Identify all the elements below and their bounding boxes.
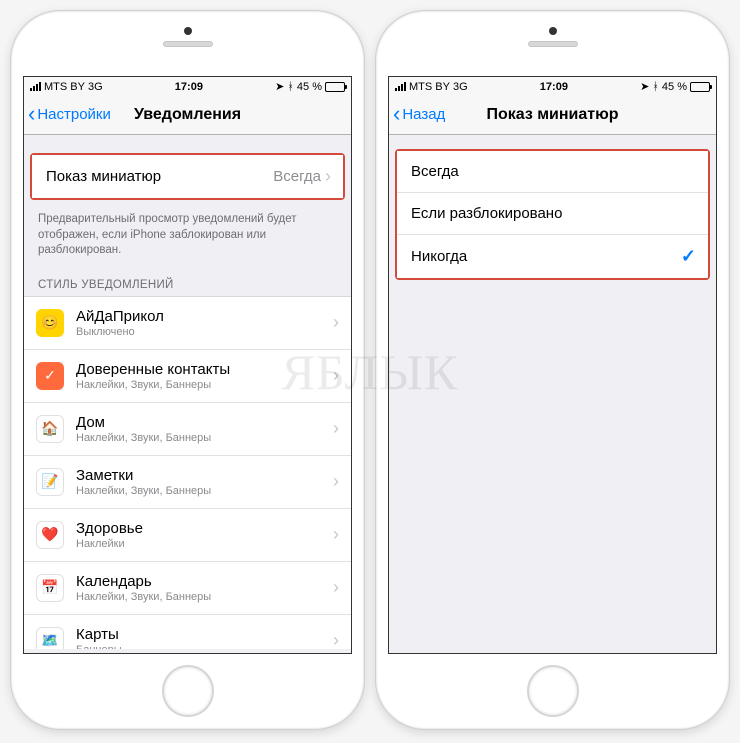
- chevron-right-icon: ›: [333, 418, 339, 439]
- show-previews-label: Показ миниатюр: [46, 168, 161, 185]
- show-previews-value: Всегда: [273, 168, 321, 185]
- section-header-style: СТИЛЬ УВЕДОМЛЕНИЙ: [24, 263, 351, 296]
- app-name: Заметки: [76, 467, 211, 484]
- option-row[interactable]: Если разблокировано: [397, 193, 708, 235]
- options-highlight: Всегда Если разблокировано Никогда ✓: [395, 149, 710, 280]
- back-label: Настройки: [37, 106, 111, 123]
- app-sub: Выключено: [76, 326, 164, 338]
- chevron-right-icon: ›: [333, 471, 339, 492]
- app-name: Доверенные контакты: [76, 361, 230, 378]
- back-button[interactable]: ‹ Назад: [393, 95, 445, 134]
- back-button[interactable]: ‹ Настройки: [28, 95, 111, 134]
- app-name: АйДаПрикол: [76, 308, 164, 325]
- option-label: Никогда: [411, 248, 467, 265]
- app-icon: 📅: [36, 574, 64, 602]
- option-label: Если разблокировано: [411, 205, 562, 222]
- signal-icon: [395, 82, 406, 91]
- chevron-left-icon: ‹: [393, 103, 400, 125]
- app-sub: Наклейки, Звуки, Баннеры: [76, 432, 211, 444]
- camera-dot: [184, 27, 192, 35]
- chevron-right-icon: ›: [333, 365, 339, 386]
- app-name: Дом: [76, 414, 211, 431]
- chevron-right-icon: ›: [333, 524, 339, 545]
- app-sub: Наклейки: [76, 538, 143, 550]
- app-icon: 📝: [36, 468, 64, 496]
- carrier-label: MTS BY: [409, 81, 450, 93]
- speaker-slot: [163, 41, 213, 47]
- app-sub: Баннеры: [76, 644, 122, 649]
- battery-percent: 45 %: [662, 81, 687, 93]
- chevron-right-icon: ›: [325, 166, 331, 187]
- battery-percent: 45 %: [297, 81, 322, 93]
- chevron-right-icon: ›: [333, 630, 339, 649]
- chevron-right-icon: ›: [333, 312, 339, 333]
- chevron-right-icon: ›: [333, 577, 339, 598]
- camera-dot: [549, 27, 557, 35]
- signal-icon: [30, 82, 41, 91]
- app-sub: Наклейки, Звуки, Баннеры: [76, 379, 230, 391]
- app-name: Карты: [76, 626, 122, 643]
- network-label: 3G: [453, 81, 468, 93]
- apps-list: 😊 АйДаПрикол Выключено › ✓ Доверенные ко…: [24, 296, 351, 649]
- show-previews-cell[interactable]: Показ миниатюр Всегда ›: [32, 155, 343, 198]
- location-icon: ➤: [275, 80, 284, 93]
- footer-note: Предварительный просмотр уведомлений буд…: [24, 206, 351, 263]
- highlighted-group: Показ миниатюр Всегда ›: [30, 153, 345, 200]
- phone-frame-right: MTS BY 3G 17:09 ➤ ᚼ 45 % ‹ Назад Показ м…: [375, 10, 730, 730]
- app-icon: 🏠: [36, 415, 64, 443]
- app-sub: Наклейки, Звуки, Баннеры: [76, 591, 211, 603]
- app-icon: ✓: [36, 362, 64, 390]
- app-icon: 🗺️: [36, 627, 64, 649]
- bluetooth-icon: ᚼ: [287, 81, 294, 93]
- nav-bar: ‹ Настройки Уведомления: [24, 95, 351, 135]
- phone-frame-left: MTS BY 3G 17:09 ➤ ᚼ 45 % ‹ Настройки Уве…: [10, 10, 365, 730]
- clock: 17:09: [540, 81, 568, 93]
- status-bar: MTS BY 3G 17:09 ➤ ᚼ 45 %: [24, 77, 351, 95]
- option-row[interactable]: Никогда ✓: [397, 235, 708, 278]
- bluetooth-icon: ᚼ: [652, 81, 659, 93]
- battery-icon: [325, 82, 345, 92]
- content-left: Показ миниатюр Всегда › Предварительный …: [24, 135, 351, 649]
- app-icon: ❤️: [36, 521, 64, 549]
- app-row[interactable]: 🗺️ Карты Баннеры ›: [24, 615, 351, 649]
- app-name: Календарь: [76, 573, 211, 590]
- battery-icon: [690, 82, 710, 92]
- carrier-label: MTS BY: [44, 81, 85, 93]
- app-row[interactable]: 🏠 Дом Наклейки, Звуки, Баннеры ›: [24, 403, 351, 456]
- app-row[interactable]: ❤️ Здоровье Наклейки ›: [24, 509, 351, 562]
- option-row[interactable]: Всегда: [397, 151, 708, 193]
- app-sub: Наклейки, Звуки, Баннеры: [76, 485, 211, 497]
- home-button[interactable]: [162, 665, 214, 717]
- home-button[interactable]: [527, 665, 579, 717]
- app-name: Здоровье: [76, 520, 143, 537]
- nav-bar: ‹ Назад Показ миниатюр: [389, 95, 716, 135]
- page-title: Показ миниатюр: [486, 106, 618, 124]
- page-title: Уведомления: [134, 106, 241, 124]
- back-label: Назад: [402, 106, 445, 123]
- screen-right: MTS BY 3G 17:09 ➤ ᚼ 45 % ‹ Назад Показ м…: [388, 76, 717, 654]
- clock: 17:09: [175, 81, 203, 93]
- network-label: 3G: [88, 81, 103, 93]
- option-label: Всегда: [411, 163, 459, 180]
- app-icon: 😊: [36, 309, 64, 337]
- app-row[interactable]: ✓ Доверенные контакты Наклейки, Звуки, Б…: [24, 350, 351, 403]
- chevron-left-icon: ‹: [28, 103, 35, 125]
- status-bar: MTS BY 3G 17:09 ➤ ᚼ 45 %: [389, 77, 716, 95]
- app-row[interactable]: 😊 АйДаПрикол Выключено ›: [24, 297, 351, 350]
- content-right: Всегда Если разблокировано Никогда ✓: [389, 135, 716, 649]
- checkmark-icon: ✓: [681, 246, 696, 267]
- location-icon: ➤: [640, 80, 649, 93]
- screen-left: MTS BY 3G 17:09 ➤ ᚼ 45 % ‹ Настройки Уве…: [23, 76, 352, 654]
- app-row[interactable]: 📅 Календарь Наклейки, Звуки, Баннеры ›: [24, 562, 351, 615]
- speaker-slot: [528, 41, 578, 47]
- app-row[interactable]: 📝 Заметки Наклейки, Звуки, Баннеры ›: [24, 456, 351, 509]
